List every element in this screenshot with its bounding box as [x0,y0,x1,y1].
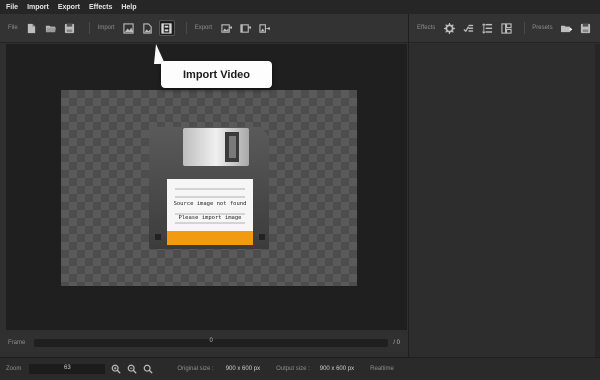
placeholder-line-2: Please import image [179,215,242,221]
app-window: File Import Export Effects Help File Imp… [0,0,600,380]
zoom-in-icon[interactable] [110,364,121,375]
save-preset-icon[interactable] [578,20,594,36]
frame-value: 0 [209,338,213,344]
frame-total: / 0 [393,340,401,346]
import-group-label: Import [97,25,115,31]
status-bar: Zoom 63 Original size : 900 x 600 px Out… [0,357,600,380]
zoom-input[interactable]: 63 [29,364,106,374]
zoom-value: 63 [64,365,71,371]
export-group-label: Export [194,25,213,31]
save-icon[interactable] [62,20,78,36]
effects-toolbar: Effects Presets [409,14,600,43]
effects-panel [409,44,600,380]
floppy-disk-placeholder: Source image not found Please import ima… [149,127,269,249]
effects-panel-scrollbar[interactable] [595,44,600,380]
import-sequence-icon[interactable] [140,20,156,36]
realtime-label: Realtime [370,366,394,372]
zoom-label: Zoom [6,366,22,372]
zoom-fit-icon[interactable] [142,364,153,375]
original-size-label: Original size : [177,366,214,372]
toolbar-separator [185,22,187,34]
import-video-icon[interactable] [158,20,175,36]
add-effect-icon[interactable] [441,20,457,36]
output-size-value: 900 x 600 px [319,366,355,372]
frame-label: Frame [8,340,26,346]
output-size-label: Output size : [276,366,310,372]
menu-export[interactable]: Export [58,4,80,11]
effect-list-icon[interactable] [479,20,495,36]
file-group-label: File [8,25,18,31]
label-accent-bar [167,231,253,245]
import-image-icon[interactable] [121,20,137,36]
effects-group-label: Effects [417,25,436,31]
frame-bar: Frame 0 / 0 [0,334,408,352]
open-folder-icon[interactable] [43,20,59,36]
original-size-value: 900 x 600 px [225,366,261,372]
frame-slider[interactable]: 0 [33,338,389,347]
presets-group-label: Presets [532,25,553,31]
toolbar-separator [524,22,526,34]
placeholder-line-1: Source image not found [174,201,247,207]
menu-bar: File Import Export Effects Help [0,0,600,14]
menu-effects[interactable]: Effects [89,4,112,11]
export-video-icon[interactable] [237,20,253,36]
effect-layout-icon[interactable] [498,20,514,36]
new-file-icon[interactable] [24,20,40,36]
zoom-out-icon[interactable] [126,364,137,375]
menu-file[interactable]: File [6,4,18,11]
export-sequence-icon[interactable] [256,20,272,36]
main-toolbar: File Import Export [0,14,408,43]
effect-check-icon[interactable] [460,20,476,36]
toolbar-separator [88,22,90,34]
menu-help[interactable]: Help [121,4,136,11]
import-video-tooltip: Import Video [161,61,272,88]
export-image-icon[interactable] [218,20,234,36]
menu-import[interactable]: Import [27,4,49,11]
add-preset-folder-icon[interactable] [559,20,575,36]
